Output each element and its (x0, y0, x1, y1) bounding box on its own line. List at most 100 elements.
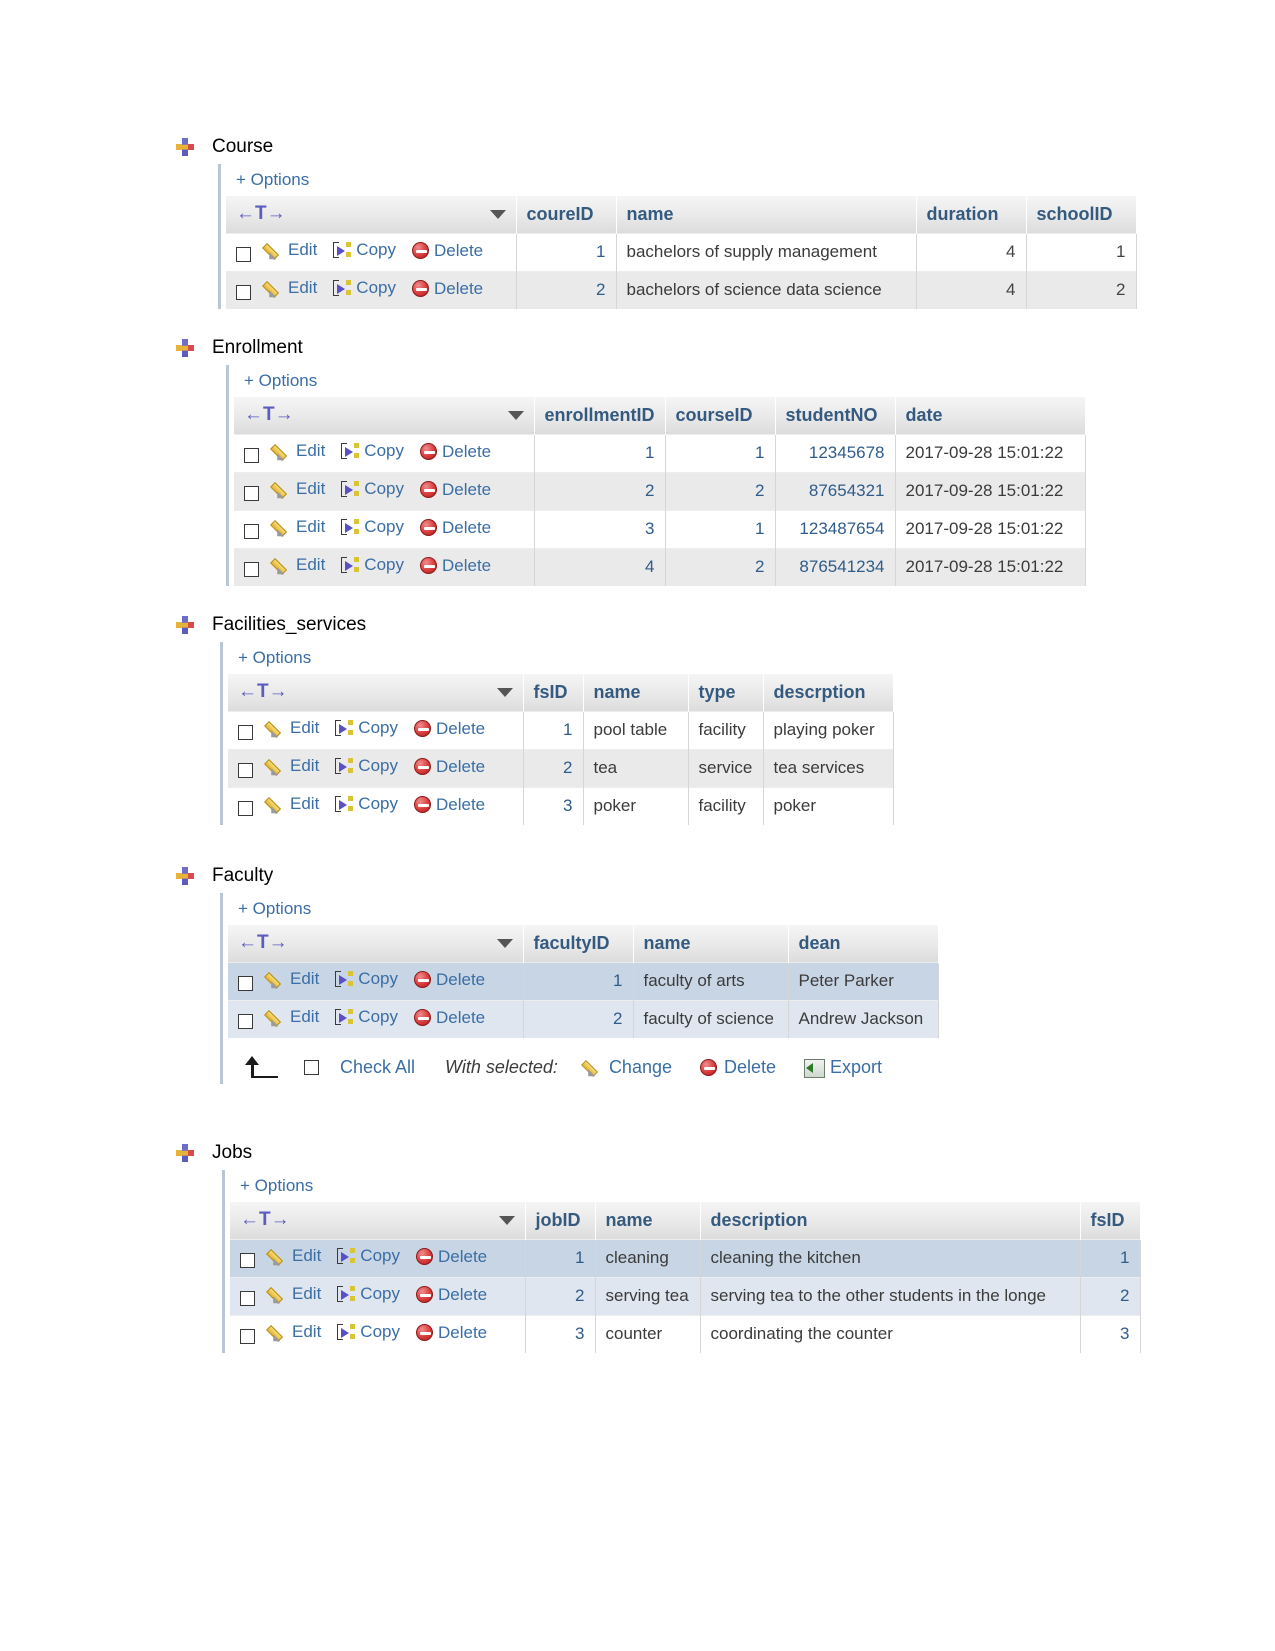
copy-link[interactable]: Copy (333, 240, 396, 260)
edit-link[interactable]: Edit (267, 1007, 319, 1027)
options-link[interactable]: + Options (228, 893, 1275, 925)
column-header[interactable]: courseID (665, 397, 776, 435)
column-header[interactable]: name (595, 1202, 701, 1240)
edit-link[interactable]: Edit (267, 969, 319, 989)
delete-link[interactable]: Delete (411, 241, 483, 261)
column-header[interactable]: dean (788, 925, 939, 963)
check-all-control[interactable]: Check All (304, 1057, 415, 1078)
cell-facultyID: 2 (523, 1000, 634, 1038)
edit-link[interactable]: Edit (267, 794, 319, 814)
column-header[interactable]: name (616, 196, 917, 234)
row-actions: Edit Copy Delete (230, 1315, 526, 1353)
check-all-checkbox[interactable] (304, 1059, 319, 1075)
change-button[interactable]: Change (584, 1057, 672, 1078)
chevron-down-icon[interactable] (496, 938, 513, 948)
copy-link[interactable]: Copy (337, 1246, 400, 1266)
row-checkbox[interactable] (238, 1014, 253, 1030)
copy-link[interactable]: Copy (335, 969, 398, 989)
copy-link[interactable]: Copy (341, 441, 404, 461)
column-header[interactable]: facultyID (523, 925, 634, 963)
sort-arrows[interactable]: ←T→ (240, 1209, 290, 1231)
copy-link[interactable]: Copy (341, 555, 404, 575)
row-checkbox[interactable] (238, 725, 253, 741)
delete-link[interactable]: Delete (419, 556, 491, 576)
row-checkbox[interactable] (244, 448, 259, 464)
chevron-down-icon[interactable] (507, 410, 524, 420)
edit-link[interactable]: Edit (273, 479, 325, 499)
delete-link[interactable]: Delete (415, 1323, 487, 1343)
delete-link[interactable]: Delete (415, 1247, 487, 1267)
delete-link[interactable]: Delete (413, 719, 485, 739)
copy-link[interactable]: Copy (335, 794, 398, 814)
delete-link[interactable]: Delete (413, 757, 485, 777)
sort-arrows[interactable]: ←T→ (244, 404, 294, 426)
delete-link[interactable]: Delete (413, 1008, 485, 1028)
delete-link[interactable]: Delete (411, 279, 483, 299)
row-checkbox[interactable] (244, 486, 259, 502)
sort-arrows[interactable]: ←T→ (238, 932, 288, 954)
column-header[interactable]: schoolID (1026, 196, 1137, 234)
delete-link[interactable]: Delete (413, 970, 485, 990)
column-header[interactable]: descrption (763, 674, 894, 712)
row-checkbox[interactable] (240, 1291, 255, 1307)
delete-link[interactable]: Delete (419, 518, 491, 538)
column-header[interactable]: type (688, 674, 764, 712)
edit-link[interactable]: Edit (265, 240, 317, 260)
row-checkbox[interactable] (240, 1253, 255, 1269)
options-link[interactable]: + Options (234, 365, 1275, 397)
edit-link[interactable]: Edit (267, 718, 319, 738)
column-header[interactable]: fsID (1080, 1202, 1141, 1240)
edit-link[interactable]: Edit (267, 756, 319, 776)
row-checkbox[interactable] (236, 285, 251, 301)
delete-link[interactable]: Delete (415, 1285, 487, 1305)
copy-link[interactable]: Copy (337, 1322, 400, 1342)
row-checkbox[interactable] (244, 562, 259, 578)
sort-controls-header: ←T→ (228, 925, 524, 963)
column-header[interactable]: coureID (516, 196, 617, 234)
copy-link[interactable]: Copy (341, 479, 404, 499)
chevron-down-icon[interactable] (498, 1215, 515, 1225)
copy-link[interactable]: Copy (333, 278, 396, 298)
delete-button[interactable]: Delete (700, 1057, 776, 1078)
row-checkbox[interactable] (244, 524, 259, 540)
edit-link[interactable]: Edit (265, 278, 317, 298)
column-header[interactable]: description (700, 1202, 1081, 1240)
column-header[interactable]: duration (916, 196, 1027, 234)
edit-link[interactable]: Edit (269, 1322, 321, 1342)
edit-link[interactable]: Edit (273, 517, 325, 537)
column-header[interactable]: jobID (525, 1202, 596, 1240)
edit-link[interactable]: Edit (273, 555, 325, 575)
row-checkbox[interactable] (238, 801, 253, 817)
copy-link[interactable]: Copy (335, 756, 398, 776)
row-checkbox[interactable] (238, 763, 253, 779)
column-header[interactable]: date (895, 397, 1086, 435)
edit-link[interactable]: Edit (273, 441, 325, 461)
options-link[interactable]: + Options (230, 1170, 1275, 1202)
options-link[interactable]: + Options (228, 642, 1275, 674)
edit-link[interactable]: Edit (269, 1246, 321, 1266)
column-header[interactable]: enrollmentID (534, 397, 666, 435)
copy-link[interactable]: Copy (337, 1284, 400, 1304)
chevron-down-icon[interactable] (496, 687, 513, 697)
delete-link[interactable]: Delete (419, 442, 491, 462)
export-button[interactable]: Export (804, 1057, 882, 1078)
copy-link[interactable]: Copy (335, 718, 398, 738)
column-header[interactable]: name (633, 925, 789, 963)
row-checkbox[interactable] (236, 247, 251, 263)
copy-link[interactable]: Copy (341, 517, 404, 537)
edit-link[interactable]: Edit (269, 1284, 321, 1304)
bullet-marker-icon (176, 1144, 194, 1162)
delete-link[interactable]: Delete (413, 795, 485, 815)
row-checkbox[interactable] (240, 1329, 255, 1345)
copy-link[interactable]: Copy (335, 1007, 398, 1027)
column-header[interactable]: name (583, 674, 689, 712)
sort-arrows[interactable]: ←T→ (236, 203, 286, 225)
sort-arrows[interactable]: ←T→ (238, 681, 288, 703)
column-header[interactable]: fsID (523, 674, 584, 712)
chevron-down-icon[interactable] (489, 209, 506, 219)
pencil-icon (267, 719, 285, 737)
column-header[interactable]: studentNO (775, 397, 896, 435)
delete-link[interactable]: Delete (419, 480, 491, 500)
row-checkbox[interactable] (238, 976, 253, 992)
options-link[interactable]: + Options (226, 164, 1275, 196)
